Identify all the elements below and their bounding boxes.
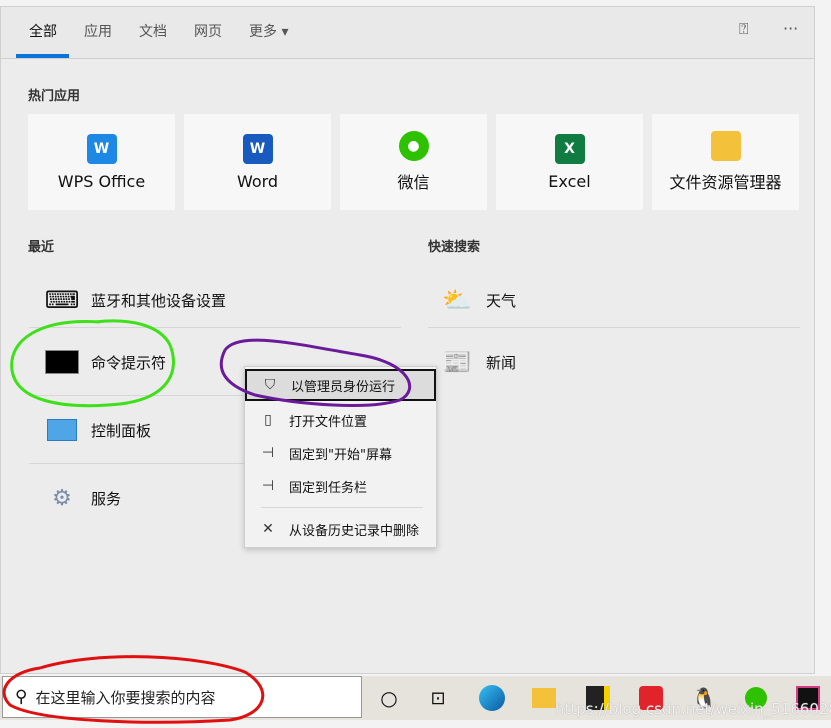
cmd-icon bbox=[45, 348, 79, 376]
tab-more[interactable]: 更多 ▾ bbox=[249, 21, 288, 41]
device-settings-icon: ⌨ bbox=[44, 286, 80, 314]
quick-weather[interactable]: ⛅ 天气 bbox=[428, 273, 800, 327]
tab-all[interactable]: 全部 bbox=[29, 21, 57, 41]
tab-bar: 全部 应用 文档 网页 更多 ▾ ⍰ ··· bbox=[1, 7, 814, 59]
pin-icon: ⊣ bbox=[261, 445, 275, 461]
news-icon: 📰 bbox=[442, 348, 472, 376]
tile-wps[interactable]: W WPS Office bbox=[28, 114, 175, 210]
tab-apps[interactable]: 应用 bbox=[84, 21, 112, 41]
wechat-icon: ● bbox=[398, 131, 429, 161]
tile-wechat[interactable]: ● 微信 bbox=[340, 114, 487, 210]
weather-icon: ⛅ bbox=[442, 286, 472, 314]
close-icon: ✕ bbox=[262, 521, 274, 537]
gear-icon: ⚙ bbox=[52, 485, 72, 511]
quick-news[interactable]: 📰 新闻 bbox=[428, 329, 800, 395]
folder-open-icon: ▯ bbox=[264, 412, 272, 428]
file-explorer-icon[interactable] bbox=[530, 684, 558, 712]
active-tab-indicator bbox=[16, 54, 69, 58]
tile-explorer[interactable]: 文件资源管理器 bbox=[652, 114, 799, 210]
menu-pin-taskbar[interactable]: ⊣ 固定到任务栏 bbox=[245, 470, 436, 502]
hot-apps-heading: 热门应用 bbox=[28, 89, 81, 104]
divider bbox=[29, 327, 401, 328]
pin-icon: ⊣ bbox=[261, 478, 275, 494]
tab-docs[interactable]: 文档 bbox=[139, 21, 167, 41]
context-menu: ⛉ 以管理员身份运行 ▯ 打开文件位置 ⊣ 固定到"开始"屏幕 ⊣ 固定到任务栏 ✕ 从设… bbox=[244, 366, 437, 548]
feedback-icon[interactable]: ⍰ bbox=[739, 19, 749, 39]
menu-open-file-location[interactable]: ▯ 打开文件位置 bbox=[245, 404, 436, 436]
folder-icon bbox=[710, 131, 741, 161]
tab-web[interactable]: 网页 bbox=[194, 21, 222, 41]
more-icon[interactable]: ··· bbox=[783, 19, 798, 38]
quick-search-heading: 快速搜索 bbox=[428, 240, 481, 255]
divider bbox=[428, 327, 800, 328]
tile-word[interactable]: W Word bbox=[184, 114, 331, 210]
menu-run-as-admin[interactable]: ⛉ 以管理员身份运行 bbox=[245, 369, 436, 401]
taskbar-search-input[interactable]: ⚲ 在这里输入你要搜索的内容 bbox=[2, 676, 362, 718]
edge-icon[interactable] bbox=[478, 684, 506, 712]
task-view-icon[interactable]: ⊡ bbox=[424, 684, 452, 712]
menu-remove-history[interactable]: ✕ 从设备历史记录中删除 bbox=[245, 513, 436, 545]
menu-divider bbox=[261, 507, 423, 508]
search-icon: ⚲ bbox=[15, 687, 28, 707]
recent-bluetooth[interactable]: ⌨ 蓝牙和其他设备设置 bbox=[29, 273, 401, 327]
shield-icon: ⛉ bbox=[264, 377, 276, 393]
recent-heading: 最近 bbox=[28, 240, 55, 255]
search-panel: 全部 应用 文档 网页 更多 ▾ ⍰ ··· 热门应用 W WPS Office … bbox=[0, 6, 815, 674]
excel-icon: X bbox=[554, 133, 585, 164]
menu-pin-start[interactable]: ⊣ 固定到"开始"屏幕 bbox=[245, 437, 436, 469]
control-panel-icon bbox=[45, 416, 79, 444]
tile-excel[interactable]: X Excel bbox=[496, 114, 643, 210]
word-icon: W bbox=[242, 133, 273, 164]
wps-icon: W bbox=[86, 133, 117, 164]
watermark: https://blog.csdn.net/weixin_51660283 bbox=[555, 700, 831, 718]
cortana-icon[interactable]: ○ bbox=[375, 684, 403, 712]
